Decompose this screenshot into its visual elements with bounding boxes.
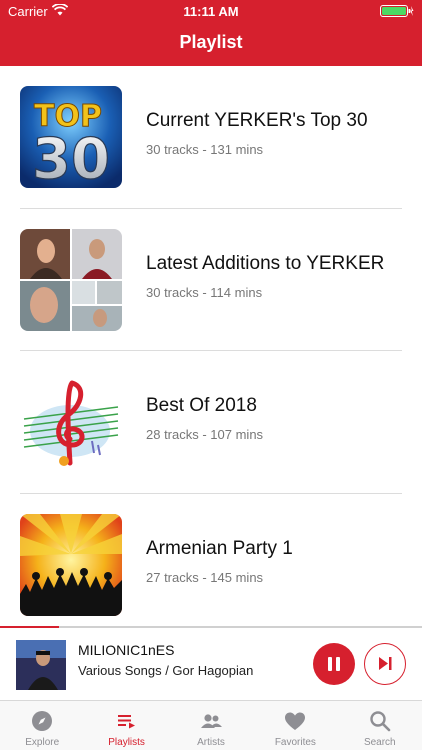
playlist-meta: 30 tracks - 131 mins: [146, 142, 264, 157]
playlist-row[interactable]: Latest Additions to YERKER 30 tracks - 1…: [0, 209, 422, 351]
tab-label: Favorites: [274, 737, 316, 748]
tab-label: Explore: [25, 737, 60, 748]
tab-artists[interactable]: Artists: [169, 701, 253, 750]
playlist-title: Latest Additions to YERKER: [146, 252, 385, 274]
pause-icon: [328, 657, 340, 671]
playlist-meta: 27 tracks - 145 mins: [146, 569, 264, 585]
playlist-row[interactable]: Best Of 2018 28 tracks - 107 mins: [0, 351, 422, 494]
playback-progress-fill: [0, 626, 60, 628]
tab-favorites[interactable]: Favorites: [253, 701, 337, 750]
playlist-title: Armenian Party 1: [146, 537, 293, 559]
page-title: Playlist: [179, 32, 243, 52]
battery-icon: [380, 5, 414, 17]
now-playing-bar[interactable]: MILIONIC1nES Various Songs / Gor Hagopia…: [0, 626, 422, 700]
search-icon: [369, 711, 390, 732]
now-playing-title: MILIONIC1nES: [78, 642, 175, 658]
playlist-icon: [118, 715, 136, 729]
playlist-title: Current YERKER's Top 30: [146, 110, 368, 131]
next-track-button[interactable]: [364, 643, 406, 685]
people-icon: [200, 714, 222, 728]
skip-next-icon: [379, 657, 392, 670]
playlist-artwork-treble-clef: [20, 371, 122, 473]
tab-playlists[interactable]: Playlists: [84, 701, 168, 750]
status-time: 11:11 AM: [183, 4, 239, 19]
playlist-meta: 28 tracks - 107 mins: [146, 427, 264, 442]
playlist-artwork-top30: TOP 30: [20, 86, 122, 188]
heart-icon: [285, 712, 306, 730]
tab-label: Search: [363, 737, 396, 748]
playlist-artwork-collage: [20, 228, 122, 331]
now-playing-subtitle: Various Songs / Gor Hagopian: [78, 663, 254, 678]
playlist-artwork-party: [20, 513, 122, 616]
playlist-row[interactable]: Armenian Party 1 27 tracks - 145 mins: [0, 494, 422, 637]
status-bar: Carrier 11:11 AM: [0, 0, 422, 22]
playlist-meta: 30 tracks - 114 mins: [146, 284, 263, 300]
thirty-text: 30: [32, 127, 110, 188]
playlist-title: Best Of 2018: [146, 395, 257, 416]
tab-explore[interactable]: Explore: [0, 701, 84, 750]
pause-button[interactable]: [313, 643, 355, 685]
tab-bar: Explore Playlists Artists Favorites Sear…: [0, 700, 422, 750]
compass-icon: [32, 711, 52, 731]
tab-search[interactable]: Search: [338, 701, 422, 750]
playlist-list: TOP 30 Current YERKER's Top 30 30 tracks…: [0, 66, 422, 636]
tab-label: Playlists: [108, 737, 145, 748]
header: Carrier 11:11 AM Playlist: [0, 0, 422, 66]
tab-label: Artists: [197, 737, 225, 748]
playback-progress-track[interactable]: [0, 626, 422, 628]
now-playing-artwork: [16, 640, 66, 690]
playlist-row[interactable]: TOP 30 Current YERKER's Top 30 30 tracks…: [0, 66, 422, 209]
